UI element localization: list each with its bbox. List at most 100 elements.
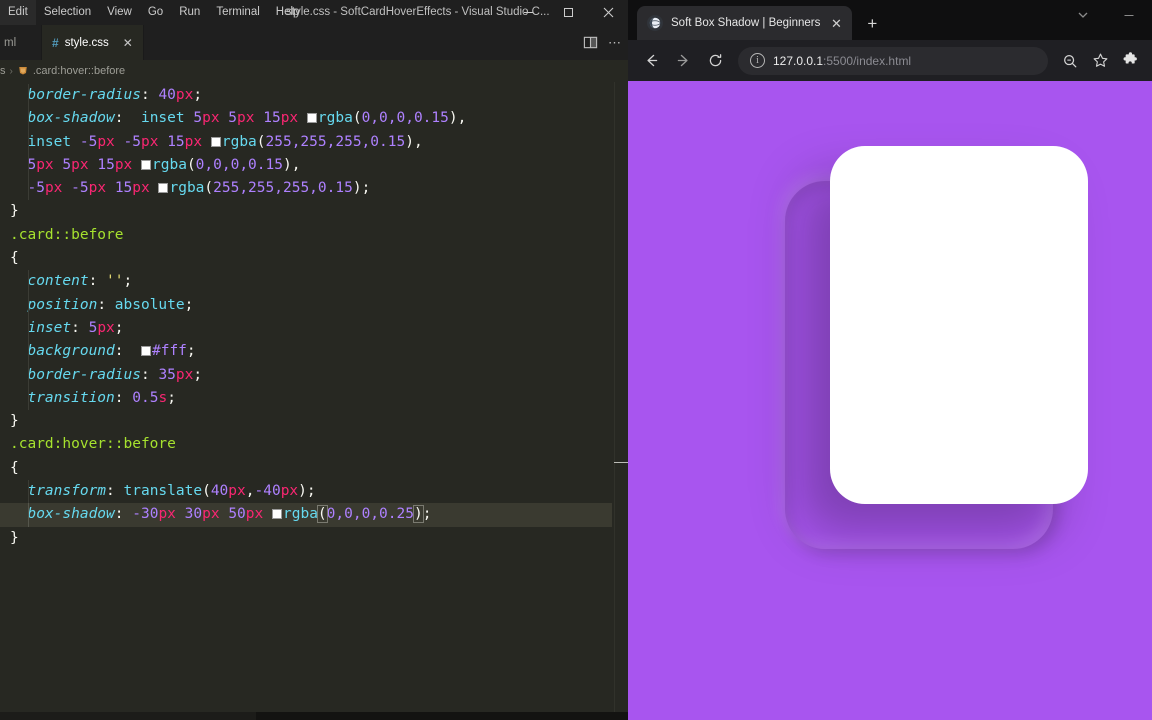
reload-icon bbox=[709, 54, 721, 67]
code-line[interactable]: transition: 0.5s; bbox=[0, 386, 628, 411]
code-line[interactable]: { bbox=[0, 457, 628, 480]
vscode-maximize-button[interactable] bbox=[548, 0, 588, 25]
code-line[interactable]: } bbox=[0, 410, 628, 433]
menu-item-run[interactable]: Run bbox=[171, 0, 208, 25]
new-tab-button[interactable]: + bbox=[858, 9, 886, 37]
code-line[interactable]: box-shadow: -30px 30px 50px rgba(0,0,0,0… bbox=[0, 503, 628, 527]
code-token: px bbox=[97, 133, 115, 150]
code-line[interactable]: background: #fff; bbox=[0, 340, 628, 364]
browser-toolbar: i 127.0.0.1:5500/index.html bbox=[628, 40, 1152, 81]
code-token: 5 bbox=[62, 156, 72, 173]
code-token: absolute bbox=[106, 296, 185, 313]
menu-item-edit[interactable]: Edit bbox=[0, 0, 36, 25]
code-token: : bbox=[71, 319, 80, 336]
code-line[interactable]: 5px 5px 15px rgba(0,0,0,0.15), bbox=[0, 153, 628, 178]
code-token: ) bbox=[352, 180, 362, 197]
code-token: 30 bbox=[184, 506, 203, 523]
code-token: 15 bbox=[263, 110, 281, 127]
editor-tab-label: style.css bbox=[64, 36, 109, 49]
demo-card[interactable] bbox=[785, 181, 1053, 549]
editor-tab-index-html[interactable]: ml bbox=[0, 25, 42, 60]
browser-titlebar: Soft Box Shadow | Beginners ✕ + bbox=[628, 0, 1152, 40]
editor-scrollbar-thumb[interactable] bbox=[614, 462, 628, 463]
code-token: ( bbox=[256, 133, 266, 150]
code-token: } bbox=[10, 413, 19, 430]
editor-tab-close-icon[interactable]: ✕ bbox=[123, 37, 133, 49]
breadcrumb-symbol[interactable]: .card:hover::before bbox=[33, 65, 125, 77]
code-token: px bbox=[175, 366, 194, 383]
code-token: 15 bbox=[114, 180, 133, 197]
code-token: ; bbox=[123, 273, 133, 290]
code-token: 0,0,0,0.15 bbox=[361, 110, 449, 127]
code-token: rgba bbox=[169, 180, 205, 197]
bookmark-star-icon[interactable] bbox=[1086, 47, 1114, 75]
menu-item-view[interactable]: View bbox=[99, 0, 140, 25]
code-line[interactable]: inset: 5px; bbox=[0, 316, 628, 341]
color-swatch[interactable] bbox=[210, 136, 221, 147]
overview-column bbox=[614, 82, 615, 720]
code-token: : bbox=[114, 506, 124, 523]
forward-button[interactable] bbox=[668, 46, 698, 76]
color-swatch[interactable] bbox=[141, 159, 152, 170]
code-token: ; bbox=[422, 506, 432, 523]
code-line[interactable]: { bbox=[0, 247, 628, 270]
code-line[interactable]: position: absolute; bbox=[0, 293, 628, 318]
css-file-icon: # bbox=[52, 35, 59, 50]
zoom-search-icon[interactable] bbox=[1056, 47, 1084, 75]
editor-overview-ruler[interactable] bbox=[612, 82, 628, 720]
code-token: 50 bbox=[228, 506, 246, 523]
code-token: ) bbox=[405, 133, 414, 150]
code-token: position bbox=[27, 296, 98, 313]
code-token: border-radius bbox=[27, 87, 141, 103]
code-line[interactable]: -5px -5px 15px rgba(255,255,255,0.15); bbox=[0, 177, 628, 201]
code-line[interactable]: border-radius: 35px; bbox=[0, 363, 628, 388]
code-line[interactable]: .card::before bbox=[0, 224, 628, 247]
maximize-icon bbox=[563, 8, 573, 17]
color-swatch[interactable] bbox=[140, 346, 151, 357]
code-token: ) bbox=[282, 156, 292, 173]
code-token: px bbox=[280, 110, 299, 127]
site-info-icon[interactable]: i bbox=[750, 53, 765, 68]
code-line[interactable]: } bbox=[0, 527, 628, 550]
code-token: ) bbox=[448, 110, 458, 127]
code-line[interactable]: content: ''; bbox=[0, 270, 628, 294]
menu-item-terminal[interactable]: Terminal bbox=[208, 0, 267, 25]
menu-item-go[interactable]: Go bbox=[140, 0, 171, 25]
code-token: } bbox=[10, 203, 19, 220]
browser-minimize-button[interactable] bbox=[1106, 0, 1152, 30]
code-line[interactable]: } bbox=[0, 200, 628, 223]
code-token: .card:hover::before bbox=[10, 436, 176, 453]
code-line[interactable]: transform: translate(40px,-40px); bbox=[0, 480, 628, 504]
color-swatch[interactable] bbox=[158, 183, 169, 194]
vscode-minimize-button[interactable] bbox=[508, 0, 548, 25]
address-bar[interactable]: i 127.0.0.1:5500/index.html bbox=[738, 46, 1048, 75]
color-swatch[interactable] bbox=[306, 113, 317, 124]
vscode-close-button[interactable] bbox=[588, 0, 628, 25]
menu-item-selection[interactable]: Selection bbox=[36, 0, 99, 25]
back-button[interactable] bbox=[636, 46, 666, 76]
code-line[interactable]: box-shadow: inset 5px 5px 15px rgba(0,0,… bbox=[0, 107, 628, 131]
browser-tab-close-icon[interactable]: ✕ bbox=[828, 17, 844, 30]
code-line[interactable]: .card:hover::before bbox=[0, 433, 628, 456]
tab-search-button[interactable] bbox=[1060, 0, 1106, 30]
code-token: px bbox=[114, 156, 133, 173]
code-token: 255,255,255,0.15 bbox=[213, 180, 353, 197]
color-swatch[interactable] bbox=[272, 509, 282, 520]
browser-tab[interactable]: Soft Box Shadow | Beginners ✕ bbox=[637, 6, 853, 40]
code-editor[interactable]: border-radius: 40px; box-shadow: inset 5… bbox=[0, 82, 628, 720]
split-editor-icon[interactable] bbox=[583, 35, 598, 50]
breadcrumb-file[interactable]: s bbox=[0, 65, 6, 77]
screen: Edit Selection View Go Run Terminal Help… bbox=[0, 0, 1152, 720]
extensions-puzzle-icon[interactable] bbox=[1116, 47, 1144, 75]
code-token: px bbox=[175, 87, 194, 103]
reload-button[interactable] bbox=[700, 46, 730, 76]
code-line[interactable]: border-radius: 40px; bbox=[0, 84, 628, 108]
code-token: rgba bbox=[221, 133, 257, 150]
editor-tab-style-css[interactable]: # style.css ✕ bbox=[42, 25, 144, 60]
more-actions-icon[interactable]: ⋯ bbox=[608, 35, 622, 51]
code-line[interactable]: inset -5px -5px 15px rgba(255,255,255,0.… bbox=[0, 130, 628, 155]
